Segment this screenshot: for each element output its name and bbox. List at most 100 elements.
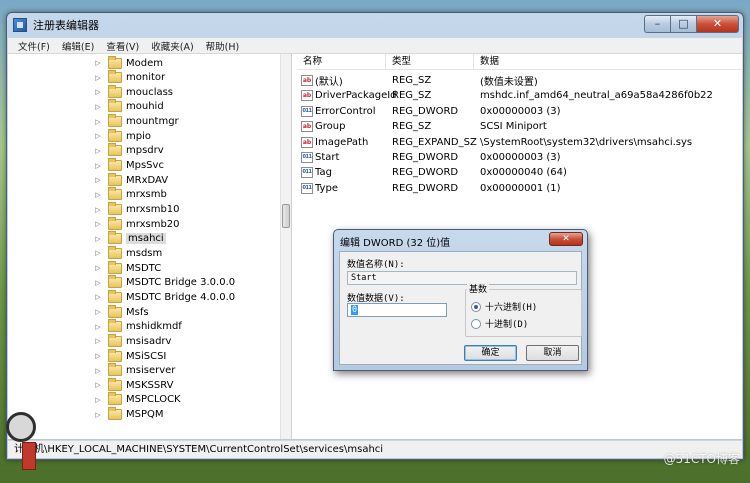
site-watermark: @51CTO博客 (663, 452, 740, 466)
value-data-cell: 0x00000040 (64) (480, 167, 567, 179)
tree-item[interactable]: ▷ Msfs (94, 304, 149, 319)
menu-favorites[interactable]: 收藏夹(A) (145, 39, 199, 53)
status-bar: 计算机\HKEY_LOCAL_MACHINE\SYSTEM\CurrentCon… (8, 440, 742, 458)
value-row[interactable]: ab (默认) REG_SZ (数值未设置) (297, 73, 742, 88)
expand-arrow-icon[interactable]: ▷ (94, 88, 102, 96)
tree-item[interactable]: ▷ mouhid (94, 99, 164, 114)
radio-decimal[interactable]: 十进制(D) (471, 317, 528, 330)
folder-icon (108, 99, 122, 113)
tree-item-label: mpsdrv (126, 145, 164, 157)
tree-item[interactable]: ▷ msahci (94, 231, 166, 246)
tree-item[interactable]: ▷ msisadrv (94, 333, 171, 348)
value-data-input[interactable]: 0 (347, 303, 447, 317)
tree-item[interactable]: ▷ mouclass (94, 84, 174, 99)
cancel-button[interactable]: 取消 (526, 345, 579, 361)
expand-arrow-icon[interactable]: ▷ (94, 118, 102, 126)
tree-scrollbar-thumb[interactable] (282, 204, 290, 228)
tree-item[interactable]: ▷ mrxsmb20 (94, 216, 180, 231)
radio-hex-button[interactable] (471, 301, 481, 312)
value-name-text: ImagePath (315, 136, 369, 148)
minimize-button[interactable]: – (644, 15, 670, 33)
expand-arrow-icon[interactable]: ▷ (94, 352, 102, 360)
tree-item[interactable]: ▷ MRxDAV (94, 172, 168, 187)
value-data-cell: 0x00000003 (3) (480, 105, 561, 117)
tree-item[interactable]: ▷ Modem (94, 55, 163, 70)
expand-arrow-icon[interactable]: ▷ (94, 74, 102, 82)
menu-file[interactable]: 文件(F) (12, 39, 56, 53)
tree-item-label: MpsSvc (126, 160, 164, 172)
folder-icon (108, 187, 122, 201)
dialog-close-button[interactable]: ✕ (549, 232, 583, 246)
expand-arrow-icon[interactable]: ▷ (94, 308, 102, 316)
tree-item[interactable]: ▷ MSPCLOCK (94, 392, 181, 407)
value-row[interactable]: 011 Tag REG_DWORD 0x00000040 (64) (297, 165, 742, 180)
title-bar[interactable]: 注册表编辑器 – □ ✕ (7, 13, 743, 37)
radio-dec-button[interactable] (471, 318, 481, 329)
tree-item[interactable]: ▷ MSDTC Bridge 3.0.0.0 (94, 275, 235, 290)
column-header-name[interactable]: 名称 (297, 54, 386, 69)
column-header-type[interactable]: 类型 (386, 54, 474, 69)
value-row[interactable]: ab DriverPackageId REG_SZ mshdc.inf_amd64_n… (297, 88, 742, 103)
tree-item[interactable]: ▷ mpio (94, 128, 151, 143)
close-button[interactable]: ✕ (696, 15, 739, 33)
expand-arrow-icon[interactable]: ▷ (94, 293, 102, 301)
expand-arrow-icon[interactable]: ▷ (94, 206, 102, 214)
expand-arrow-icon[interactable]: ▷ (94, 249, 102, 257)
binary-value-icon: 011 (301, 182, 313, 194)
tree-item[interactable]: ▷ monitor (94, 70, 165, 85)
expand-arrow-icon[interactable]: ▷ (94, 337, 102, 345)
maximize-button[interactable]: □ (670, 15, 696, 33)
binary-value-icon: 011 (301, 167, 313, 179)
expand-arrow-icon[interactable]: ▷ (94, 162, 102, 170)
expand-arrow-icon[interactable]: ▷ (94, 191, 102, 199)
tree-item[interactable]: ▷ mrxsmb10 (94, 202, 180, 217)
value-row[interactable]: ab Group REG_SZ SCSI Miniport (297, 119, 742, 134)
base-groupbox: 基数 十六进制(H) 十进制(D) (465, 282, 582, 337)
expand-arrow-icon[interactable]: ▷ (94, 235, 102, 243)
expand-arrow-icon[interactable]: ▷ (94, 396, 102, 404)
tree-item[interactable]: ▷ mrxsmb (94, 187, 167, 202)
folder-icon (108, 172, 122, 186)
tree-scrollbar[interactable] (280, 54, 291, 439)
expand-arrow-icon[interactable]: ▷ (94, 132, 102, 140)
expand-arrow-icon[interactable]: ▷ (94, 147, 102, 155)
tree-item-label: msiserver (126, 365, 176, 377)
expand-arrow-icon[interactable]: ▷ (94, 279, 102, 287)
tree-item[interactable]: ▷ mpsdrv (94, 143, 164, 158)
radio-hexadecimal[interactable]: 十六进制(H) (471, 300, 537, 313)
tree-item[interactable]: ▷ mountmgr (94, 114, 179, 129)
expand-arrow-icon[interactable]: ▷ (94, 381, 102, 389)
menu-help[interactable]: 帮助(H) (200, 39, 246, 53)
menu-edit[interactable]: 编辑(E) (56, 39, 100, 53)
tree-item-label: mpio (126, 130, 151, 142)
column-header-data[interactable]: 数据 (474, 54, 742, 69)
expand-arrow-icon[interactable]: ▷ (94, 264, 102, 272)
radio-hex-label: 十六进制(H) (485, 303, 538, 313)
expand-arrow-icon[interactable]: ▷ (94, 59, 102, 67)
tree-item-label: mouclass (126, 86, 174, 98)
value-row[interactable]: 011 Type REG_DWORD 0x00000001 (1) (297, 181, 742, 196)
expand-arrow-icon[interactable]: ▷ (94, 411, 102, 419)
tree-item[interactable]: ▷ MpsSvc (94, 158, 164, 173)
folder-icon (108, 114, 122, 128)
tree-item[interactable]: ▷ MSPQM (94, 407, 164, 422)
expand-arrow-icon[interactable]: ▷ (94, 220, 102, 228)
menu-view[interactable]: 查看(V) (100, 39, 145, 53)
expand-arrow-icon[interactable]: ▷ (94, 323, 102, 331)
value-row[interactable]: ab ImagePath REG_EXPAND_SZ \SystemRoot\syst… (297, 135, 742, 150)
value-row[interactable]: 011 ErrorControl REG_DWORD 0x00000003 (3) (297, 104, 742, 119)
value-type-cell: REG_SZ (392, 90, 432, 102)
tree-item[interactable]: ▷ MSDTC (94, 260, 161, 275)
tree-item[interactable]: ▷ mshidkmdf (94, 319, 182, 334)
expand-arrow-icon[interactable]: ▷ (94, 176, 102, 184)
tree-item[interactable]: ▷ MSKSSRV (94, 377, 173, 392)
value-data-cell: (数值未设置) (480, 77, 538, 88)
ok-button[interactable]: 确定 (464, 345, 517, 361)
tree-item[interactable]: ▷ MSDTC Bridge 4.0.0.0 (94, 289, 235, 304)
tree-item[interactable]: ▷ msiserver (94, 363, 176, 378)
tree-item[interactable]: ▷ msdsm (94, 245, 162, 260)
expand-arrow-icon[interactable]: ▷ (94, 103, 102, 111)
expand-arrow-icon[interactable]: ▷ (94, 367, 102, 375)
tree-item[interactable]: ▷ MSiSCSI (94, 348, 166, 363)
value-row[interactable]: 011 Start REG_DWORD 0x00000003 (3) (297, 150, 742, 165)
